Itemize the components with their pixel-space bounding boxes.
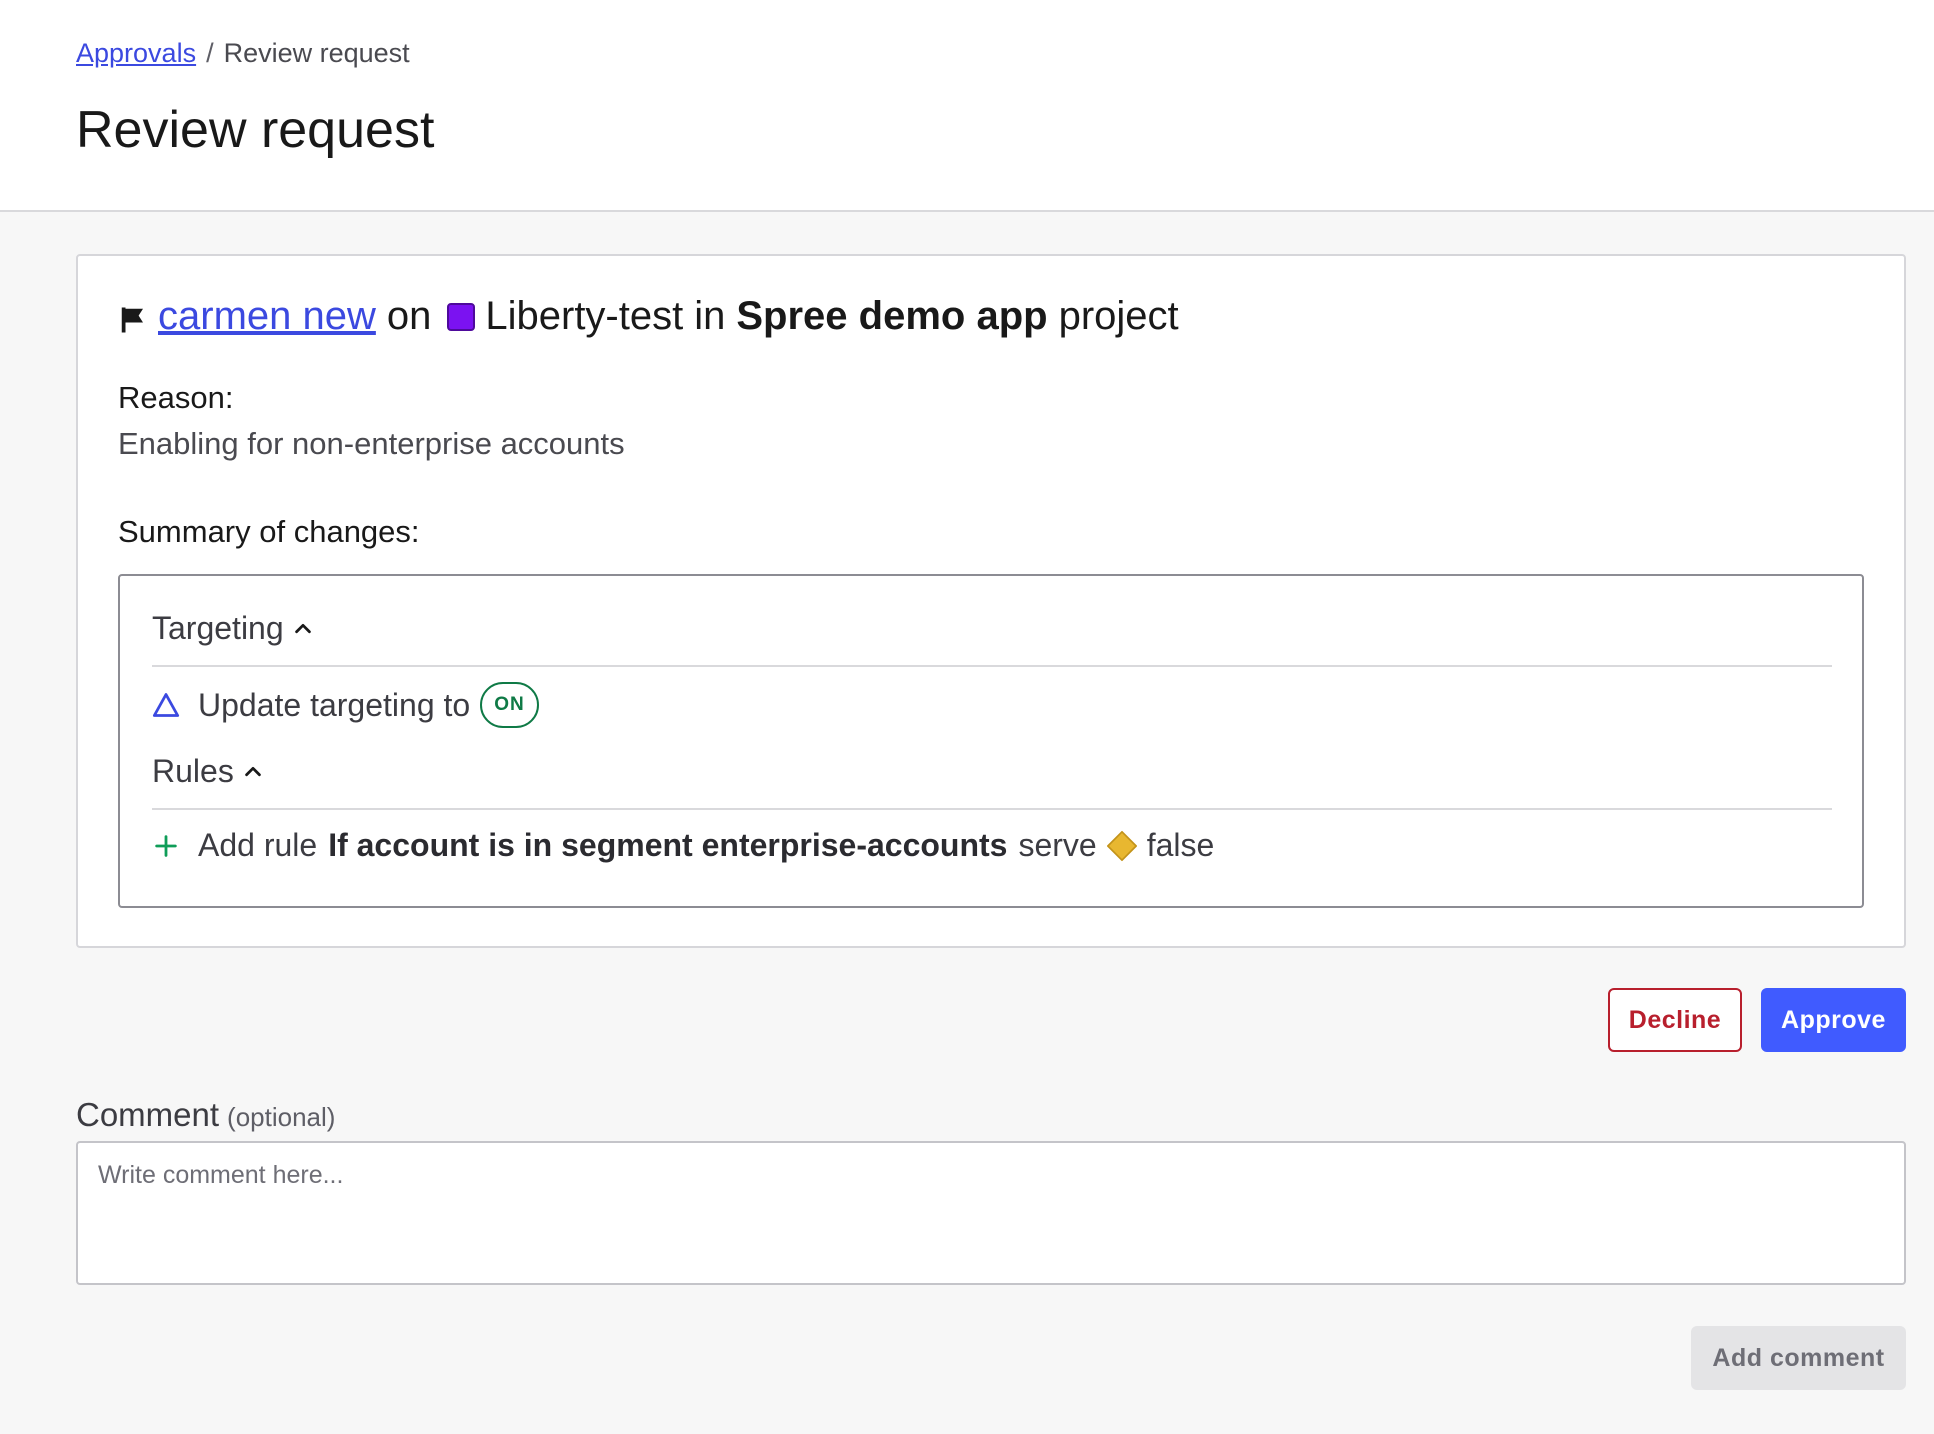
page-header: Approvals / Review request Review request — [0, 0, 1934, 212]
chevron-up-icon — [245, 766, 261, 776]
targeting-change-row: Update targeting to ON — [152, 682, 539, 728]
comment-label-text: Comment — [76, 1096, 220, 1133]
plus-icon — [155, 834, 177, 857]
summary-of-changes-box: Targeting Update targeting to ON Rules A… — [118, 574, 1864, 908]
on-text: on — [386, 294, 432, 338]
rule-condition: If account is in segment enterprise-acco… — [328, 827, 1008, 863]
request-summary-line: carmen new on Liberty-test in Spree demo… — [118, 294, 1179, 339]
comment-textarea[interactable] — [76, 1141, 1906, 1285]
rule-change-row: Add rule If account is in segment enterp… — [152, 827, 1214, 864]
serve-text: serve — [1018, 827, 1097, 863]
approve-button[interactable]: Approve — [1761, 988, 1906, 1052]
rules-divider — [152, 808, 1832, 810]
flag-name-link[interactable]: carmen new — [158, 294, 376, 339]
flag-icon — [121, 307, 143, 332]
summary-label: Summary of changes: — [118, 514, 420, 549]
decline-button[interactable]: Decline — [1608, 988, 1742, 1052]
targeting-section-toggle[interactable]: Targeting — [152, 610, 314, 647]
comment-label: Comment (optional) — [76, 1096, 335, 1134]
targeting-change-text: Update targeting to — [198, 686, 471, 723]
status-badge-on: ON — [480, 682, 539, 728]
targeting-heading: Targeting — [152, 610, 284, 646]
add-comment-button[interactable]: Add comment — [1691, 1326, 1906, 1390]
variation-value: false — [1146, 827, 1215, 863]
update-triangle-icon — [152, 693, 180, 717]
breadcrumb-link-approvals[interactable]: Approvals — [76, 38, 196, 68]
reason-label: Reason: — [118, 380, 234, 415]
breadcrumb: Approvals / Review request — [76, 38, 410, 69]
project-name: Spree demo app — [736, 294, 1048, 338]
environment-name: Liberty-test — [485, 294, 684, 338]
targeting-divider — [152, 665, 1832, 667]
reason-text: Enabling for non-enterprise accounts — [118, 426, 625, 461]
variation-diamond-icon — [1106, 830, 1137, 861]
request-card: carmen new on Liberty-test in Spree demo… — [76, 254, 1906, 948]
project-suffix: project — [1058, 294, 1179, 338]
page-title: Review request — [76, 101, 435, 159]
environment-color-swatch — [447, 302, 476, 331]
chevron-up-icon — [294, 623, 311, 633]
comment-optional-hint: (optional) — [227, 1102, 336, 1132]
in-text: in — [694, 294, 726, 338]
rules-section-toggle[interactable]: Rules — [152, 753, 264, 790]
breadcrumb-current: Review request — [223, 38, 410, 68]
add-rule-text: Add rule — [198, 827, 318, 863]
breadcrumb-separator: / — [206, 38, 214, 68]
rules-heading: Rules — [152, 753, 234, 789]
